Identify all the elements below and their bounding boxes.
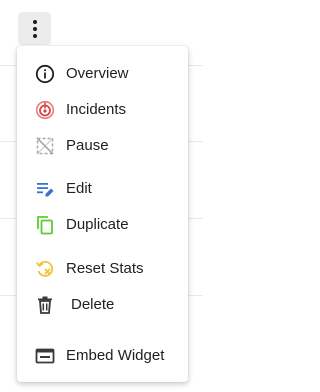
menu-item-overview[interactable]: Overview [17, 56, 188, 90]
menu-item-embed-widget[interactable]: Embed Widget [17, 338, 188, 372]
edit-icon [35, 179, 55, 199]
row-divider [188, 65, 203, 66]
menu-item-reset-stats[interactable]: Reset Stats [17, 251, 188, 285]
more-vertical-icon-dot [32, 26, 37, 31]
reset-stats-icon [35, 259, 55, 279]
menu-item-label: Reset Stats [66, 260, 144, 277]
row-divider [0, 218, 16, 219]
duplicate-icon [35, 215, 55, 235]
app-stage: Overview Incidents Pause Edit Duplicate … [0, 0, 203, 392]
menu-item-label: Overview [66, 65, 129, 82]
menu-divider [17, 166, 188, 167]
menu-item-pause[interactable]: Pause [17, 128, 188, 162]
trash-icon [35, 295, 55, 315]
menu-item-duplicate[interactable]: Duplicate [17, 207, 188, 241]
menu-item-delete[interactable]: Delete [17, 287, 188, 321]
row-divider [0, 65, 16, 66]
menu-item-label: Duplicate [66, 216, 129, 233]
pause-icon [35, 136, 55, 156]
menu-item-label: Incidents [66, 101, 127, 118]
menu-item-incidents[interactable]: Incidents [17, 92, 188, 126]
row-divider [0, 141, 16, 142]
more-vertical-icon-dot [32, 33, 37, 38]
more-actions-button[interactable] [18, 12, 51, 45]
menu-divider [17, 246, 188, 247]
menu-item-edit[interactable]: Edit [17, 171, 188, 205]
menu-item-label: Edit [66, 180, 92, 197]
row-divider [188, 218, 203, 219]
info-icon [35, 64, 55, 84]
row-divider [188, 295, 203, 296]
row-divider [0, 295, 16, 296]
actions-menu: Overview Incidents Pause Edit Duplicate … [17, 46, 188, 382]
menu-divider [17, 326, 188, 327]
menu-item-label: Delete [71, 296, 115, 313]
incident-icon [35, 100, 55, 120]
row-divider [188, 141, 203, 142]
menu-item-label: Pause [66, 137, 109, 154]
more-vertical-icon [32, 19, 37, 24]
embed-widget-icon [35, 346, 55, 366]
menu-item-label: Embed Widget [66, 347, 165, 364]
